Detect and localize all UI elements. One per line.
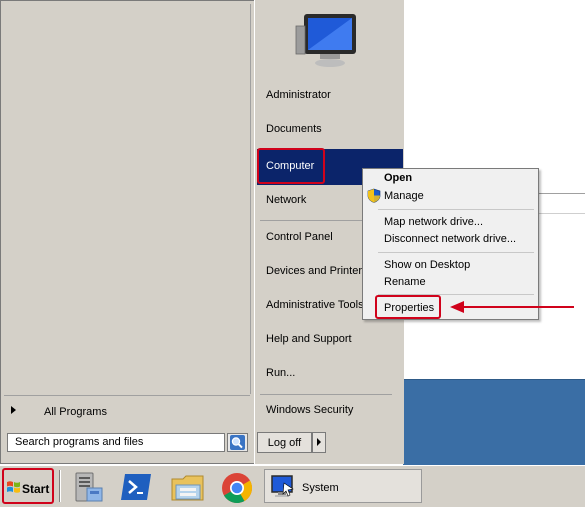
- start-item-run[interactable]: Run...: [266, 367, 295, 379]
- start-item-devices-and-printers[interactable]: Devices and Printers: [266, 265, 368, 277]
- annotation-box-computer: [257, 148, 325, 184]
- user-picture-computer-icon: [295, 14, 356, 67]
- powershell-icon[interactable]: [119, 472, 153, 502]
- context-item-show-on-desktop[interactable]: Show on Desktop: [384, 259, 470, 271]
- start-label: Start: [22, 482, 50, 496]
- context-item-manage[interactable]: Manage: [384, 190, 424, 202]
- start-item-administrator[interactable]: Administrator: [266, 89, 331, 101]
- start-item-windows-security[interactable]: Windows Security: [266, 404, 353, 416]
- start-item-administrative-tools[interactable]: Administrative Tools: [266, 299, 364, 311]
- context-item-rename[interactable]: Rename: [384, 276, 426, 288]
- context-item-map-network-drive[interactable]: Map network drive...: [384, 216, 483, 228]
- server-manager-icon[interactable]: [70, 470, 106, 504]
- system-window-icon: [271, 475, 294, 497]
- programs-divider: [4, 395, 250, 396]
- start-item-help-and-support[interactable]: Help and Support: [266, 333, 352, 345]
- file-explorer-icon[interactable]: [170, 471, 206, 503]
- uac-shield-icon: [367, 188, 381, 203]
- background-window-edge: [538, 193, 585, 194]
- annotation-arrow-line: [462, 306, 574, 308]
- taskbar-divider: [59, 470, 61, 502]
- arrow-right-icon: [317, 438, 321, 446]
- start-item-network[interactable]: Network: [266, 194, 306, 206]
- all-programs-button[interactable]: [4, 400, 250, 424]
- log-off-button[interactable]: Log off: [257, 432, 312, 453]
- desktop-wallpaper: [403, 379, 585, 466]
- background-window-edge: [538, 213, 585, 214]
- arrow-right-icon: [11, 406, 16, 414]
- annotation-arrow-head: [450, 301, 464, 313]
- chrome-icon[interactable]: [220, 471, 254, 505]
- search-input[interactable]: Search programs and files: [7, 433, 225, 452]
- search-icon: [230, 435, 245, 450]
- context-separator: [378, 252, 534, 253]
- start-menu-programs-pane: [4, 4, 251, 394]
- start-item-documents[interactable]: Documents: [266, 123, 322, 135]
- windows-logo-icon: [7, 481, 20, 493]
- annotation-box-properties: [375, 295, 441, 319]
- start-item-control-panel[interactable]: Control Panel: [266, 231, 333, 243]
- places-separator: [260, 394, 392, 395]
- all-programs-label: All Programs: [44, 406, 107, 418]
- search-button[interactable]: [227, 433, 248, 452]
- context-item-disconnect-network-drive[interactable]: Disconnect network drive...: [384, 233, 516, 245]
- context-separator: [378, 209, 534, 210]
- taskbar-window-system-label: System: [302, 482, 339, 494]
- context-item-open[interactable]: Open: [384, 172, 412, 184]
